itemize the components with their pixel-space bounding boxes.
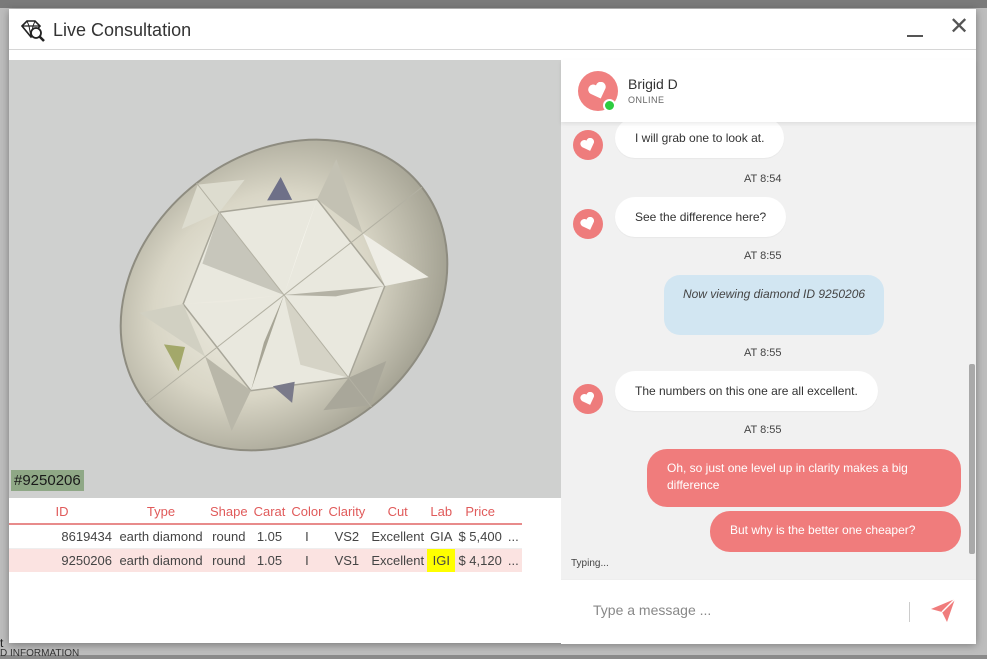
table-header-row: ID Type Shape Carat Color Clarity Cut La… (9, 500, 522, 525)
diamond-illustration (9, 60, 561, 498)
cell-color: I (288, 548, 326, 572)
cell-carat: 1.05 (250, 548, 289, 572)
agent-message: I will grab one to look at. (615, 122, 785, 158)
message-timestamp: AT 8:55 (744, 424, 782, 436)
col-header-cut[interactable]: Cut (368, 500, 428, 525)
chat-header: Brigid D ONLINE (561, 60, 976, 122)
cell-shape: round (207, 548, 251, 572)
avatar (573, 384, 603, 414)
cell-shape: round (207, 524, 251, 549)
heart-icon (588, 82, 606, 99)
cell-cut: Excellent (368, 524, 428, 549)
col-header-shape[interactable]: Shape (207, 500, 251, 525)
paper-plane-icon[interactable] (929, 596, 957, 624)
col-header-carat[interactable]: Carat (250, 500, 289, 525)
message-timestamp: AT 8:54 (744, 173, 782, 185)
message-input[interactable] (591, 598, 895, 622)
cell-color: I (288, 524, 326, 549)
avatar (573, 130, 603, 160)
avatar (573, 209, 603, 239)
cell-lab-highlighted: IGI (427, 548, 456, 572)
agent-message: The numbers on this one are all excellen… (615, 371, 878, 411)
user-message: Oh, so just one level up in clarity make… (647, 449, 961, 507)
diamond-viewer-pane: #9250206 ID Type Shape Carat Color Clari… (9, 60, 561, 643)
cell-carat: 1.05 (250, 524, 289, 549)
cell-lab: GIA (427, 524, 456, 549)
titlebar: Live Consultation ✕ (9, 9, 976, 50)
cell-more[interactable]: ... (504, 548, 522, 572)
col-header-id[interactable]: ID (9, 500, 115, 525)
diamond-search-icon (20, 20, 45, 42)
message-timestamp: AT 8:55 (744, 250, 782, 262)
col-header-color[interactable]: Color (288, 500, 326, 525)
message-timestamp: AT 8:55 (744, 347, 782, 359)
col-header-lab[interactable]: Lab (427, 500, 456, 525)
message-composer (561, 579, 976, 644)
typing-indicator: Typing... (571, 558, 609, 569)
cell-price: $ 4,120 (455, 548, 505, 572)
cell-clarity: VS2 (325, 524, 369, 549)
col-header-more (504, 500, 522, 525)
cell-type: earth diamond (115, 548, 207, 572)
cell-cut: Excellent (368, 548, 428, 572)
heart-icon (580, 392, 594, 405)
composer-divider (909, 602, 910, 622)
heart-icon (580, 217, 594, 230)
heart-icon (580, 138, 594, 151)
col-header-type[interactable]: Type (115, 500, 207, 525)
cell-clarity: VS1 (325, 548, 369, 572)
cell-id: 8619434 (9, 524, 115, 549)
minimize-icon[interactable] (904, 13, 928, 45)
close-icon[interactable]: ✕ (947, 15, 971, 39)
cell-more[interactable]: ... (504, 524, 522, 549)
chat-messages[interactable]: I will grab one to look at. AT 8:54 See … (561, 122, 976, 579)
system-message: Now viewing diamond ID 9250206 (664, 275, 884, 335)
cell-type: earth diamond (115, 524, 207, 549)
col-header-clarity[interactable]: Clarity (325, 500, 369, 525)
diamond-id-tag: #9250206 (11, 470, 84, 491)
table-row[interactable]: 9250206 earth diamond round 1.05 I VS1 E… (9, 548, 522, 572)
cell-price: $ 5,400 (455, 524, 505, 549)
cell-id: 9250206 (9, 548, 115, 572)
col-header-price[interactable]: Price (455, 500, 505, 525)
window-title: Live Consultation (53, 20, 192, 40)
agent-name: Brigid D (628, 76, 678, 92)
agent-status: ONLINE (628, 95, 665, 105)
diamond-compare-table: ID Type Shape Carat Color Clarity Cut La… (9, 500, 522, 572)
diamond-image[interactable]: #9250206 (9, 60, 561, 498)
backdrop-text-info: D INFORMATION (0, 648, 80, 659)
chat-scrollbar[interactable] (969, 364, 975, 554)
user-message: But why is the better one cheaper? (710, 511, 961, 552)
live-consultation-modal: Live Consultation ✕ #9250206 ID Type Sha… (9, 9, 976, 644)
agent-message: See the difference here? (615, 197, 787, 237)
backdrop-strip (0, 0, 987, 8)
table-row[interactable]: 8619434 earth diamond round 1.05 I VS2 E… (9, 524, 522, 549)
online-status-dot (603, 99, 616, 112)
